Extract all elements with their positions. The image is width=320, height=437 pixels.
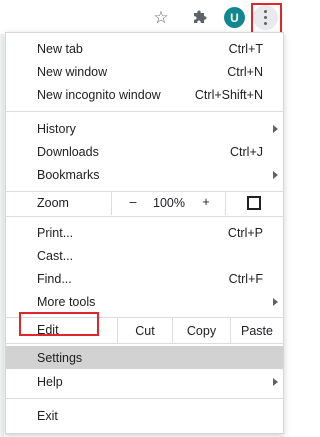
menu-item-label: Downloads [37,144,99,159]
menu-item-label: Find... [37,271,72,286]
menu-separator [6,398,283,399]
extensions-puzzle-icon[interactable] [190,6,212,28]
menu-item-find[interactable]: Find... Ctrl+F [6,267,283,290]
menu-item-downloads[interactable]: Downloads Ctrl+J [6,140,283,163]
menu-item-shortcut: Ctrl+F [228,271,263,286]
menu-item-shortcut: Ctrl+J [230,144,263,159]
menu-item-new-tab[interactable]: New tab Ctrl+T [6,37,283,60]
menu-item-label: Cast... [37,248,74,263]
page-edge [0,34,4,437]
zoom-label: Zoom [37,196,69,210]
menu-item-label: Help [37,374,63,389]
menu-item-print[interactable]: Print... Ctrl+P [6,221,283,244]
menu-separator [6,216,283,217]
browser-toolbar: ☆ U [0,0,289,34]
zoom-level-value: 100% [153,196,185,210]
submenu-arrow-icon [273,377,278,386]
menu-item-label: New tab [37,41,83,56]
menu-item-bookmarks[interactable]: Bookmarks [6,163,283,186]
menu-item-label: New window [37,64,108,79]
menu-button-highlight-box [251,3,282,34]
menu-item-help[interactable]: Help [6,370,283,393]
menu-item-new-window[interactable]: New window Ctrl+N [6,60,283,83]
menu-zoom-row: Zoom – 100% + [6,191,283,215]
menu-item-history[interactable]: History [6,117,283,140]
profile-avatar[interactable]: U [224,7,245,28]
bookmark-star-icon[interactable]: ☆ [150,6,172,28]
menu-item-label: New incognito window [37,87,161,102]
menu-item-label: History [37,121,76,136]
menu-item-exit[interactable]: Exit [6,404,283,427]
submenu-arrow-icon [273,297,278,306]
menu-item-cast[interactable]: Cast... [6,244,283,267]
menu-separator [6,343,283,344]
paste-button[interactable]: Paste [230,318,283,343]
menu-item-new-incognito-window[interactable]: New incognito window Ctrl+Shift+N [6,83,283,106]
menu-item-shortcut: Ctrl+T [228,41,263,56]
menu-item-label: Print... [37,225,74,240]
menu-item-label: More tools [37,294,96,309]
menu-item-shortcut: Ctrl+P [227,225,263,240]
zoom-out-button[interactable]: – [126,195,140,209]
zoom-in-button[interactable]: + [199,195,213,209]
submenu-arrow-icon [273,170,278,179]
fullscreen-icon[interactable] [247,196,261,210]
menu-item-label: Bookmarks [37,167,100,182]
submenu-arrow-icon [273,124,278,133]
menu-item-shortcut: Ctrl+Shift+N [194,87,263,102]
chrome-main-menu: New tab Ctrl+T New window Ctrl+N New inc… [5,32,284,434]
menu-item-settings[interactable]: Settings [6,346,283,369]
cut-button[interactable]: Cut [117,318,172,343]
copy-button[interactable]: Copy [172,318,230,343]
menu-separator [6,111,283,112]
menu-item-shortcut: Ctrl+N [227,64,263,79]
settings-highlight-box [19,312,99,336]
menu-item-more-tools[interactable]: More tools [6,290,283,313]
menu-item-label: Exit [37,408,58,423]
menu-item-label: Settings [37,350,83,365]
